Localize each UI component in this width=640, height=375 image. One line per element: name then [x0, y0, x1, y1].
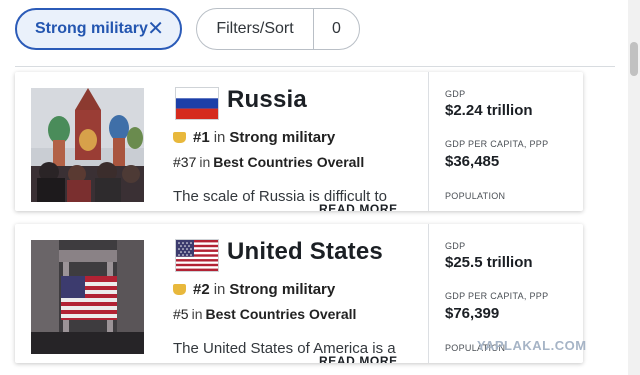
- read-more-link[interactable]: READ MORE: [315, 354, 408, 363]
- overall-rank: #5 in Best Countries Overall: [173, 306, 356, 322]
- scrollbar[interactable]: [628, 0, 640, 375]
- country-name[interactable]: Russia: [227, 86, 307, 114]
- overall-rank-in: in: [199, 154, 211, 170]
- overall-rank-in: in: [191, 306, 203, 322]
- overall-rank-number: #5: [173, 306, 189, 322]
- watermark: YAPLAKAL.COM: [477, 338, 587, 353]
- ranking-badge-icon: [173, 132, 186, 143]
- gdp-label: GDP: [445, 89, 466, 99]
- russia-flag-icon: [176, 88, 218, 119]
- primary-rank: #2 in Strong military: [173, 281, 335, 298]
- ranking-badge-icon: [173, 284, 186, 295]
- primary-rank: #1 in Strong military: [173, 129, 335, 146]
- population-label: POPULATION: [445, 191, 506, 201]
- rank-number: #1: [193, 129, 210, 146]
- read-more-link[interactable]: READ MORE: [315, 202, 408, 211]
- country-photo: [31, 88, 144, 202]
- filter-bar: Strong military ✕ Filters/Sort 0: [0, 0, 640, 66]
- country-name[interactable]: United States: [227, 238, 383, 266]
- rank-category: Strong military: [229, 281, 336, 298]
- overall-rank-category: Best Countries Overall: [213, 154, 365, 170]
- gdp-per-capita-value: $76,399: [445, 305, 500, 322]
- gdp-per-capita-label: GDP PER CAPITA, PPP: [445, 291, 549, 301]
- active-filter-label: Strong military: [35, 20, 148, 37]
- gdp-per-capita-value: $36,485: [445, 153, 500, 170]
- country-card-russia[interactable]: Russia #1 in Strong military #37 in Best C…: [15, 72, 583, 211]
- overall-rank-number: #37: [173, 154, 197, 170]
- filters-sort-label: Filters/Sort: [216, 20, 294, 37]
- gdp-per-capita-label: GDP PER CAPITA, PPP: [445, 139, 549, 149]
- country-photo: [31, 240, 144, 354]
- overall-rank: #37 in Best Countries Overall: [173, 154, 364, 170]
- gdp-label: GDP: [445, 241, 466, 251]
- filter-count: 0: [332, 20, 341, 37]
- gdp-value: $25.5 trillion: [445, 254, 533, 271]
- rank-in: in: [213, 129, 226, 146]
- filters-sort-button[interactable]: Filters/Sort 0: [196, 8, 360, 50]
- active-filter-chip[interactable]: Strong military ✕: [15, 8, 182, 50]
- scrollbar-thumb[interactable]: [630, 42, 638, 76]
- divider: [15, 66, 615, 67]
- rank-in: in: [213, 281, 226, 298]
- gdp-value: $2.24 trillion: [445, 102, 533, 119]
- close-icon[interactable]: ✕: [147, 18, 164, 40]
- overall-rank-category: Best Countries Overall: [205, 306, 357, 322]
- us-flag-icon: [176, 240, 218, 271]
- stats-panel: GDP $2.24 trillion GDP PER CAPITA, PPP $…: [428, 72, 583, 211]
- rank-category: Strong military: [229, 129, 336, 146]
- rank-number: #2: [193, 281, 210, 298]
